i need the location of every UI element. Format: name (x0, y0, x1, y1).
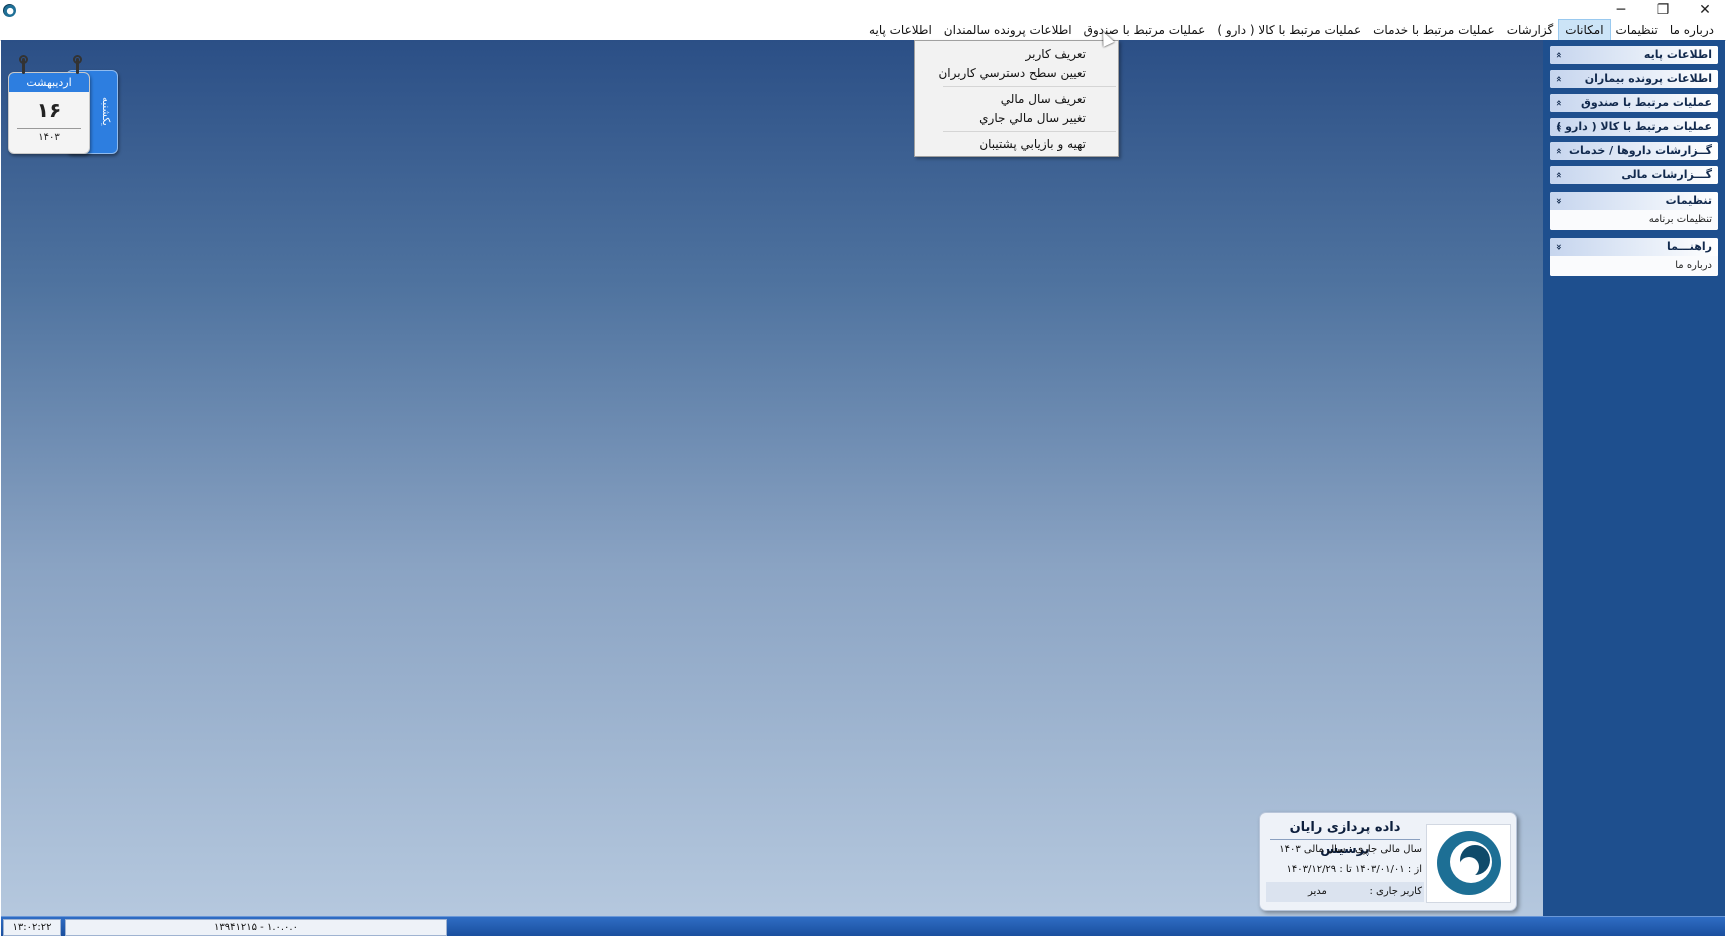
menu-separator (943, 86, 1116, 87)
chevron-down-icon[interactable]: » (1550, 100, 1567, 106)
company-name: داده پردازی رایان پرسیس (1270, 817, 1420, 857)
calendar-weekday: یکشنبه (100, 96, 111, 126)
app-logo-icon[interactable] (3, 4, 16, 17)
company-details: داده پردازی رایان پرسیس سال مالی جاری : … (1266, 817, 1424, 902)
side-group-6: تنظیمات « تنظیمات برنامه (1550, 192, 1718, 230)
menu-item-define-fiscal-year[interactable]: تعریف سال مالي (915, 90, 1118, 109)
menu-separator (943, 131, 1116, 132)
side-group-title: اطلاعات پایه (1643, 48, 1712, 61)
calendar-ring-icon (19, 55, 28, 74)
menu-4[interactable]: عملیات مرتبط با خدمات (1367, 20, 1501, 40)
side-group-title: تنظیمات (1665, 194, 1712, 207)
company-logo-icon (1437, 831, 1501, 895)
side-group-title: گــزارشات داروها / خدمات (1569, 144, 1712, 157)
restore-button[interactable]: ❐ (1643, 0, 1683, 20)
company-logo (1426, 824, 1511, 903)
side-group-header[interactable]: عملیات مرتبط با صندوق » (1550, 94, 1718, 112)
status-time: ۱۳:۰۲:۲۲ (3, 919, 61, 936)
menu-5[interactable]: گزارشات (1501, 20, 1559, 40)
side-group-header[interactable]: عملیات مرتبط با کالا ( دارو )» (1550, 118, 1718, 136)
side-group-2: عملیات مرتبط با صندوق » (1550, 94, 1718, 112)
menu-item-user-access-level[interactable]: تعیین سطح دسترسي کاربران (915, 64, 1118, 83)
desktop-area (1, 40, 1543, 916)
current-user-label: کاربر جاری : (1369, 886, 1422, 897)
menu-item-define-user[interactable]: تعریف کاربر (915, 45, 1118, 64)
fiscal-year-label: سال مالی جاری : سال مالی ۱۴۰۳ (1279, 844, 1422, 855)
current-user-row: کاربر جاری : مدیر (1266, 882, 1424, 902)
side-group-header[interactable]: اطلاعات پایه » (1550, 46, 1718, 64)
menu-list: اطلاعات پایه اطلاعات پرونده سالمندان عملیا… (863, 19, 1720, 41)
company-info-card: داده پردازی رایان پرسیس سال مالی جاری : … (1259, 812, 1517, 911)
chevron-down-icon[interactable]: » (1550, 148, 1567, 154)
menu-bar: اطلاعات پایه اطلاعات پرونده سالمندان عملیا… (0, 19, 1726, 41)
menu-6[interactable]: امکانات (1558, 19, 1611, 41)
status-version: ۱۳۹۴۱۲۱۵ - ۱.۰.۰.۰ (65, 919, 447, 936)
calendar-page: اردیبهشت ۱۶ ۱۴۰۳ (8, 72, 90, 154)
side-group-header[interactable]: تنظیمات « (1550, 192, 1718, 210)
close-button[interactable]: ✕ (1685, 0, 1725, 20)
menu-0[interactable]: اطلاعات پایه (863, 20, 938, 40)
side-group-title: راهنـــما (1666, 240, 1712, 253)
side-group-4: گــزارشات داروها / خدمات» (1550, 142, 1718, 160)
side-group-title: اطلاعات پرونده بیماران (1584, 72, 1712, 85)
menu-2[interactable]: عملیات مرتبط با صندوق (1078, 20, 1212, 40)
menu-7[interactable]: تنظیمات (1610, 20, 1664, 40)
chevron-down-icon[interactable]: » (1550, 172, 1567, 178)
fiscal-year-row: سال مالی جاری : سال مالی ۱۴۰۳ (1266, 840, 1424, 860)
side-group-item[interactable]: تنظیمات برنامه (1550, 210, 1718, 230)
side-group-title: عملیات مرتبط با کالا ( دارو ) (1556, 120, 1712, 133)
side-group-item[interactable]: درباره ما (1550, 256, 1718, 276)
fiscal-range-label: از : ۱۴۰۳/۰۱/۰۱ تا : ۱۴۰۳/۱۲/۲۹ (1286, 864, 1422, 875)
side-group-header[interactable]: اطلاعات پرونده بیماران » (1550, 70, 1718, 88)
chevron-down-icon[interactable]: » (1550, 124, 1567, 130)
side-group-5: گـــزارشات مالی » (1550, 166, 1718, 184)
menu-1[interactable]: اطلاعات پرونده سالمندان (938, 20, 1078, 40)
side-navigation-panel: اطلاعات پایه» اطلاعات پرونده بیماران» عملی… (1543, 40, 1725, 916)
menu-item-backup-restore[interactable]: تهیه و بازیابي پشتیبان (915, 135, 1118, 154)
side-group-1: اطلاعات پرونده بیماران » (1550, 70, 1718, 88)
minimize-button[interactable]: ─ (1601, 0, 1641, 20)
calendar-day-number: ۱۶ (36, 98, 62, 122)
side-group-7: راهنـــما « درباره ما (1550, 238, 1718, 276)
chevron-up-icon[interactable]: « (1550, 198, 1567, 204)
calendar-ring-icon (73, 55, 82, 74)
menu-8[interactable]: درباره ما (1664, 20, 1720, 40)
side-group-title: گـــزارشات مالی (1621, 168, 1712, 181)
status-bar: ۱۳:۰۲:۲۲ ۱۳۹۴۱۲۱۵ - ۱.۰.۰.۰ (1, 916, 1725, 936)
title-bar: ─ ❐ ✕ (0, 0, 1726, 20)
menu-item-change-fiscal-year[interactable]: تغییر سال مالي جاري (915, 109, 1118, 128)
calendar-year: ۱۴۰۳ (17, 128, 81, 147)
side-group-header[interactable]: گـــزارشات مالی » (1550, 166, 1718, 184)
side-group-0: اطلاعات پایه » (1550, 46, 1718, 64)
menu-3[interactable]: عملیات مرتبط با کالا ( دارو ) (1211, 20, 1367, 40)
chevron-down-icon[interactable]: » (1550, 52, 1567, 58)
side-group-header[interactable]: راهنـــما « (1550, 238, 1718, 256)
fiscal-range-row: از : ۱۴۰۳/۰۱/۰۱ تا : ۱۴۰۳/۱۲/۲۹ (1266, 860, 1424, 880)
side-group-3: عملیات مرتبط با کالا ( دارو )» (1550, 118, 1718, 136)
calendar-month: اردیبهشت (9, 73, 89, 92)
current-user-value: مدیر (1308, 886, 1327, 897)
calendar-widget: یکشنبه اردیبهشت ۱۶ ۱۴۰۳ (6, 55, 118, 154)
facilities-dropdown-menu: تعریف کاربر تعیین سطح دسترسي کاربران تعر… (914, 40, 1119, 157)
side-group-header[interactable]: گــزارشات داروها / خدمات» (1550, 142, 1718, 160)
side-group-title: عملیات مرتبط با صندوق (1580, 96, 1712, 109)
chevron-up-icon[interactable]: « (1550, 244, 1567, 250)
chevron-down-icon[interactable]: » (1550, 76, 1567, 82)
